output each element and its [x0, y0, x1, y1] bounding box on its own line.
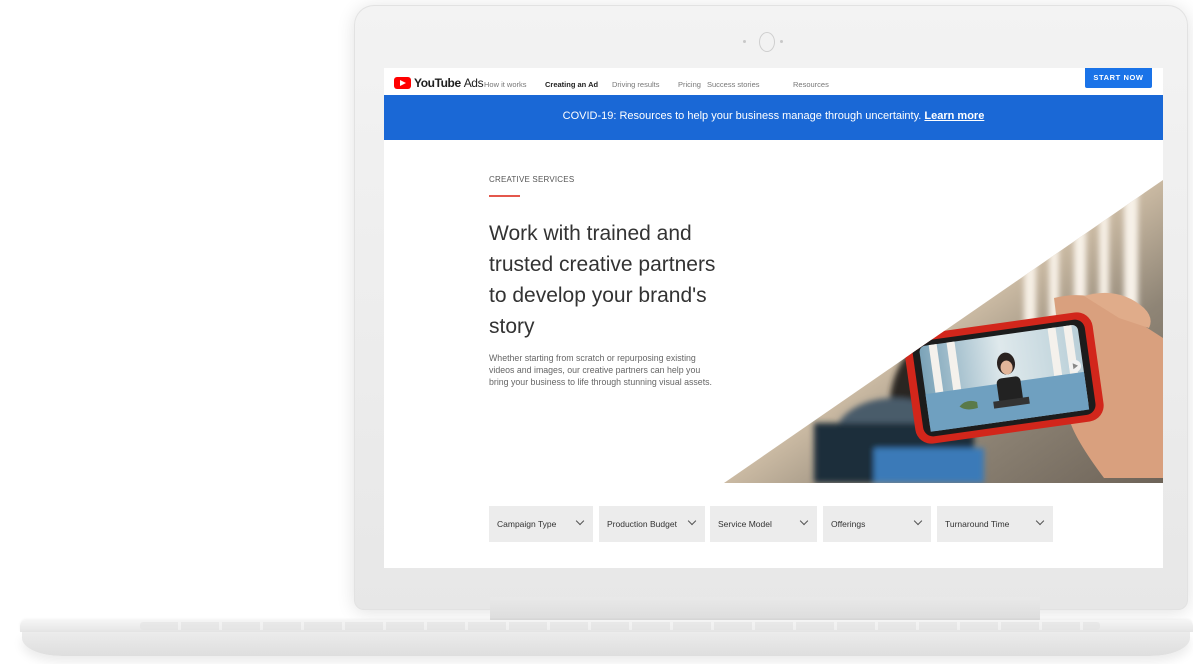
banner-text: COVID-19: Resources to help your busines… — [562, 110, 922, 122]
start-now-button[interactable]: START NOW — [1085, 68, 1152, 88]
camera-dot — [780, 40, 783, 43]
youtube-ads-logo[interactable]: YouTube Ads — [394, 75, 484, 90]
eyebrow-rule — [489, 195, 520, 197]
hero-headline: Work with trained and trusted creative p… — [489, 222, 716, 338]
laptop-hinge — [490, 597, 1040, 621]
nav-pricing[interactable]: Pricing — [678, 80, 701, 89]
filter-label: Production Budget — [607, 519, 677, 529]
covid-banner: COVID-19: Resources to help your busines… — [384, 95, 1163, 140]
camera-icon — [759, 32, 775, 52]
nav-resources[interactable]: Resources — [793, 80, 829, 89]
laptop-base-front — [22, 632, 1190, 656]
hero-description: Whether starting from scratch or repurpo… — [489, 353, 712, 387]
nav-creating-an-ad[interactable]: Creating an Ad — [545, 80, 598, 89]
top-nav: YouTube Ads How it works Creating an Ad … — [384, 68, 1163, 101]
filter-label: Service Model — [718, 519, 772, 529]
logo-text: YouTube Ads — [414, 75, 484, 90]
section-eyebrow: CREATIVE SERVICES — [489, 175, 575, 184]
browser-screen: YouTube Ads How it works Creating an Ad … — [384, 68, 1163, 568]
chevron-down-icon — [1035, 516, 1045, 526]
chevron-down-icon — [687, 516, 697, 526]
laptop-keyboard — [140, 622, 1100, 630]
filter-label: Campaign Type — [497, 519, 557, 529]
hero-image — [724, 180, 1163, 483]
logo-brand: YouTube — [414, 75, 461, 90]
logo-suffix: Ads — [463, 75, 484, 90]
nav-success-stories[interactable]: Success stories — [707, 80, 760, 89]
filter-label: Turnaround Time — [945, 519, 1010, 529]
learn-more-link[interactable]: Learn more — [924, 110, 984, 122]
filter-service-model[interactable]: Service Model — [710, 506, 817, 542]
camera-dot — [743, 40, 746, 43]
nav-how-it-works[interactable]: How it works — [484, 80, 527, 89]
filter-label: Offerings — [831, 519, 866, 529]
filter-turnaround-time[interactable]: Turnaround Time — [937, 506, 1053, 542]
chevron-down-icon — [799, 516, 809, 526]
nav-driving-results[interactable]: Driving results — [612, 80, 660, 89]
filter-offerings[interactable]: Offerings — [823, 506, 931, 542]
chevron-down-icon — [575, 516, 585, 526]
youtube-logo-icon — [394, 76, 411, 89]
filter-production-budget[interactable]: Production Budget — [599, 506, 705, 542]
filter-campaign-type[interactable]: Campaign Type — [489, 506, 593, 542]
chevron-down-icon — [913, 516, 923, 526]
